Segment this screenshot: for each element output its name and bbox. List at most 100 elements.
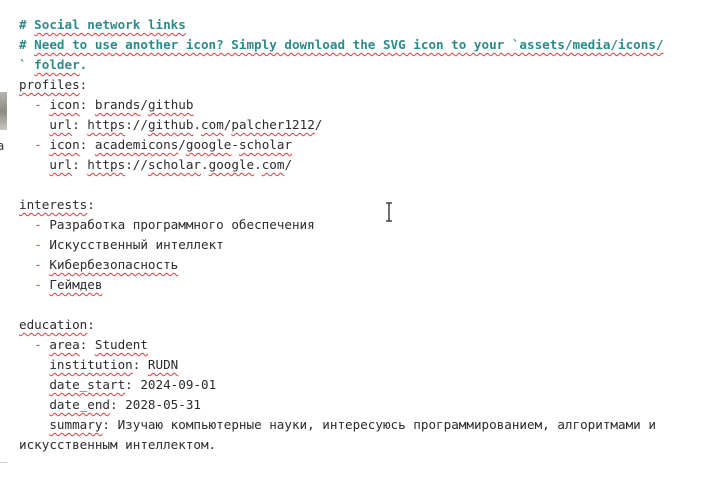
spellcheck-word: date_end (49, 397, 111, 412)
code-text: : (72, 157, 88, 172)
preview-divider (0, 462, 7, 463)
blank-line[interactable] (19, 175, 699, 195)
spellcheck-word: academicons (94, 137, 179, 152)
blank-line[interactable] (19, 295, 699, 315)
code-text: :// (125, 117, 148, 132)
code-line[interactable]: profiles: (19, 75, 699, 95)
list-dash: - (34, 337, 42, 352)
spellcheck-word: Need to use another icon? Simply downloa… (34, 37, 664, 52)
comment-line[interactable]: # Social network links (19, 15, 699, 35)
spellcheck-word: scholar (238, 137, 293, 152)
spellcheck-word: https (87, 157, 126, 172)
spellcheck-word: palcher1212 (231, 117, 315, 132)
code-text: Разработка программного обеспечения (41, 217, 315, 232)
code-text: . (254, 157, 262, 172)
code-text: / (178, 137, 186, 152)
code-line[interactable]: - icon: brands/github (19, 95, 699, 115)
code-line[interactable]: url: https://scholar.google.com/ (19, 155, 699, 175)
code-text: / (140, 97, 148, 112)
spellcheck-word: brands (94, 97, 141, 112)
code-line[interactable]: date_start: 2024-09-01 (19, 375, 699, 395)
spellcheck-word: github (147, 117, 194, 132)
spellcheck-word: date_start (49, 377, 126, 392)
list-dash: - (34, 257, 42, 272)
code-line[interactable]: - Кибербезопасность (19, 255, 699, 275)
code-text: : (79, 97, 95, 112)
spellcheck-word: icon (49, 97, 80, 112)
code-line[interactable]: - icon: academicons/google-scholar (19, 135, 699, 155)
list-dash: - (34, 217, 42, 232)
spellcheck-word: interests (19, 197, 88, 212)
code-text: . (193, 117, 202, 132)
code-text: - (231, 137, 239, 152)
spellcheck-word: summary (49, 417, 103, 432)
list-dash: - (34, 137, 42, 152)
code-text: : (87, 317, 95, 332)
list-dash: - (34, 97, 42, 112)
code-text: : 2028-05-31 (110, 397, 202, 412)
code-text: : (79, 337, 95, 352)
spellcheck-word: url (49, 157, 73, 172)
spellcheck-word: scholar (147, 157, 202, 172)
code-line[interactable]: - area: Student (19, 335, 699, 355)
code-text: # (19, 37, 35, 52)
spellcheck-word: education (19, 317, 88, 332)
code-line[interactable]: - Геймдев (19, 275, 699, 295)
preview-image-edge (0, 92, 7, 130)
spellcheck-word: Student (94, 337, 148, 352)
code-text: : 2024-09-01 (125, 377, 217, 392)
spellcheck-word: folder (34, 57, 80, 72)
code-line[interactable]: interests: (19, 195, 699, 215)
code-line[interactable]: искусственным интеллектом. (19, 435, 699, 455)
code-line[interactable]: date_end: 2028-05-31 (19, 395, 699, 415)
code-text: : Изучаю компьютерные науки, интересуюсь… (102, 417, 656, 432)
spellcheck-word: institution (49, 357, 133, 372)
code-text: Искусственный интеллект (41, 237, 224, 252)
list-dash: - (34, 277, 42, 292)
code-text: / (284, 157, 293, 172)
yaml-editor[interactable]: # Social network links # Need to use anot… (19, 15, 699, 455)
spellcheck-word: Social network links (34, 17, 186, 32)
code-text: : (79, 77, 88, 92)
code-line[interactable]: education: (19, 315, 699, 335)
code-line[interactable]: summary: Изучаю компьютерные науки, инте… (19, 415, 699, 435)
spellcheck-word: area (49, 337, 80, 352)
code-text: . (201, 157, 209, 172)
spellcheck-word: com (201, 117, 224, 132)
code-line[interactable]: institution: RUDN (19, 355, 699, 375)
code-text: : (132, 357, 148, 372)
spellcheck-word: com (261, 157, 285, 172)
spellcheck-word: RUDN (147, 357, 179, 372)
code-text: : (87, 197, 95, 212)
preview-text-edge: a (0, 139, 5, 153)
code-text: : (72, 117, 88, 132)
code-line[interactable]: url: https://github.com/palcher1212/ (19, 115, 699, 135)
spellcheck-word: github (147, 97, 194, 112)
code-line[interactable]: - Разработка программного обеспечения (19, 215, 699, 235)
code-text: :// (125, 157, 148, 172)
code-text: ` (19, 57, 35, 72)
spellcheck-word: https (87, 117, 126, 132)
code-text: искусственным интеллектом. (19, 437, 217, 452)
list-dash: - (34, 237, 42, 252)
spellcheck-word: google (208, 157, 255, 172)
spellcheck-word: url (49, 117, 73, 132)
spellcheck-word: icon (49, 137, 80, 152)
comment-line[interactable]: # Need to use another icon? Simply downl… (19, 35, 699, 55)
comment-line[interactable]: ` folder. (19, 55, 699, 75)
code-line[interactable]: - Искусственный интеллект (19, 235, 699, 255)
spellcheck-word: Геймдев (49, 277, 103, 292)
